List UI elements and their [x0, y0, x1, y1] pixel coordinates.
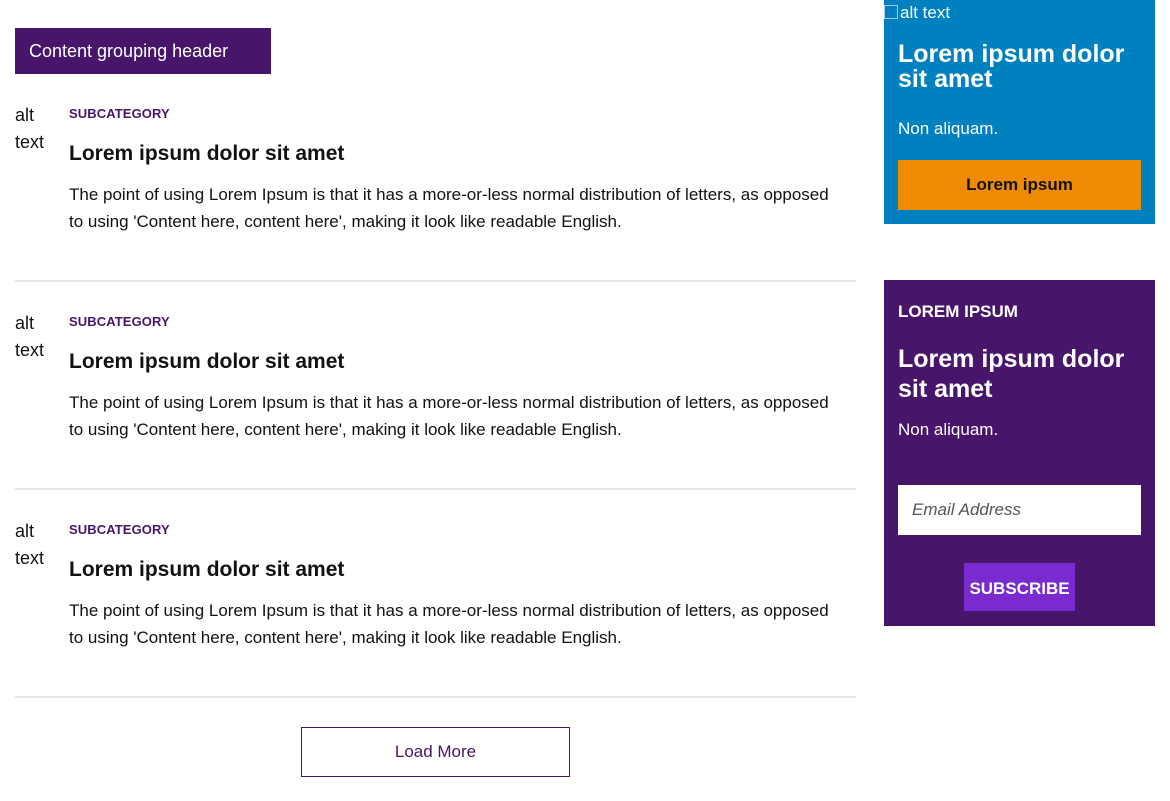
promo-subtitle: Non aliquam.	[898, 119, 999, 138]
newsletter-subtitle: Non aliquam.	[898, 420, 999, 439]
article-title[interactable]: Lorem ipsum dolor sit amet	[69, 142, 839, 166]
broken-image-icon	[884, 5, 898, 19]
newsletter-title: Lorem ipsum dolor sit amet	[898, 345, 1125, 403]
promo-title: Lorem ipsum dolor sit amet	[898, 40, 1125, 93]
article-body: The point of using Lorem Ipsum is that i…	[69, 185, 829, 231]
content-grouping-header: Content grouping header	[15, 28, 271, 74]
load-more-button[interactable]: Load More	[301, 727, 570, 777]
article-content: SUBCATEGORY Lorem ipsum dolor sit amet T…	[69, 518, 839, 651]
article-thumbnail[interactable]: alt text	[15, 518, 55, 572]
article-subcategory[interactable]: SUBCATEGORY	[69, 518, 839, 542]
article-title[interactable]: Lorem ipsum dolor sit amet	[69, 350, 839, 374]
load-more-container: Load More	[15, 698, 856, 777]
article-body: The point of using Lorem Ipsum is that i…	[69, 393, 829, 439]
article-title[interactable]: Lorem ipsum dolor sit amet	[69, 558, 839, 582]
article-thumbnail[interactable]: alt text	[15, 310, 55, 364]
newsletter-eyebrow: LOREM IPSUM	[898, 302, 1018, 321]
subscribe-button[interactable]: SUBSCRIBE	[964, 563, 1075, 611]
article-subcategory[interactable]: SUBCATEGORY	[69, 310, 839, 334]
article-subcategory[interactable]: SUBCATEGORY	[69, 102, 839, 126]
promo-cta-button[interactable]: Lorem ipsum	[898, 160, 1141, 210]
article-item: alt text SUBCATEGORY Lorem ipsum dolor s…	[15, 74, 856, 282]
article-thumbnail[interactable]: alt text	[15, 102, 55, 156]
main-column: Content grouping header alt text SUBCATE…	[15, 28, 856, 777]
article-content: SUBCATEGORY Lorem ipsum dolor sit amet T…	[69, 310, 839, 443]
promo-image: alt text	[884, 0, 1155, 26]
email-address-input[interactable]	[898, 485, 1141, 535]
promo-image-alt-text: alt text	[900, 3, 951, 22]
article-content: SUBCATEGORY Lorem ipsum dolor sit amet T…	[69, 102, 839, 235]
article-item: alt text SUBCATEGORY Lorem ipsum dolor s…	[15, 490, 856, 698]
article-item: alt text SUBCATEGORY Lorem ipsum dolor s…	[15, 282, 856, 490]
article-body: The point of using Lorem Ipsum is that i…	[69, 601, 829, 647]
promo-card: alt text Lorem ipsum dolor sit amet Non …	[884, 0, 1155, 224]
newsletter-signup-card: LOREM IPSUM Lorem ipsum dolor sit amet N…	[884, 280, 1155, 626]
